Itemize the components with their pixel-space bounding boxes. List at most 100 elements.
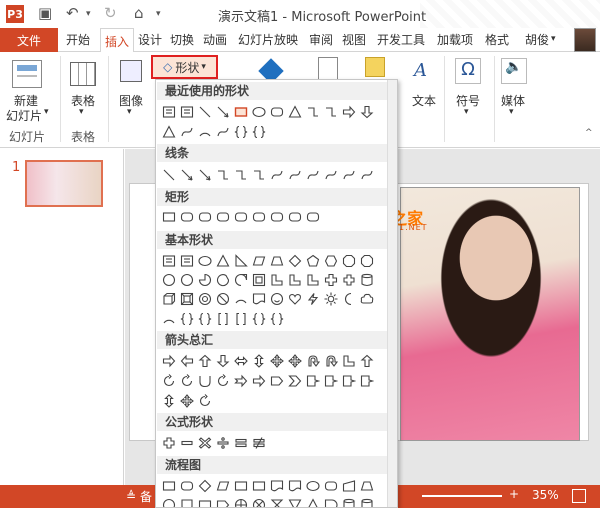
shape-callout-icon[interactable] xyxy=(304,372,322,390)
shape-rect-icon[interactable] xyxy=(232,477,250,495)
image-icon[interactable] xyxy=(120,60,142,82)
tab-transitions[interactable]: 切换 xyxy=(170,31,194,48)
shape-homeplate-icon[interactable] xyxy=(214,496,232,507)
qat-customize-icon[interactable]: ▾ xyxy=(156,9,161,19)
shape-roundrect-icon[interactable] xyxy=(196,208,214,226)
shape-rect-icon[interactable] xyxy=(250,477,268,495)
shape-triangle-icon[interactable] xyxy=(160,123,178,141)
shape-elbow-icon[interactable] xyxy=(214,166,232,184)
table-dropdown-icon[interactable]: ▾ xyxy=(79,107,84,117)
shape-line-icon[interactable] xyxy=(160,166,178,184)
shape-quad-icon[interactable] xyxy=(178,392,196,410)
shape-callout-icon[interactable] xyxy=(322,372,340,390)
shape-teardrop-icon[interactable] xyxy=(232,271,250,289)
shape-corner-icon[interactable] xyxy=(340,352,358,370)
shape-corner-icon[interactable] xyxy=(268,271,286,289)
shape-textbox-icon[interactable] xyxy=(160,103,178,121)
shape-nosymbol-icon[interactable] xyxy=(214,290,232,308)
shape-curve-icon[interactable] xyxy=(358,166,376,184)
shape-offpage-icon[interactable] xyxy=(178,496,196,507)
shape-rect-icon[interactable] xyxy=(160,477,178,495)
shape-brace-icon[interactable] xyxy=(232,123,250,141)
shape-arrowline-icon[interactable] xyxy=(196,166,214,184)
omega-icon[interactable]: Ω xyxy=(455,58,481,84)
shape-cylinder-icon[interactable] xyxy=(358,271,376,289)
shapes-button[interactable]: ◇ 形状 ▾ xyxy=(151,55,218,79)
shape-brace-icon[interactable] xyxy=(250,310,268,328)
shape-sun-icon[interactable] xyxy=(322,290,340,308)
shape-roundrect-icon[interactable] xyxy=(268,103,286,121)
shape-bevel-icon[interactable] xyxy=(178,290,196,308)
shape-ellipse-icon[interactable] xyxy=(250,103,268,121)
shape-octagon-icon[interactable] xyxy=(340,252,358,270)
shape-circle-icon[interactable] xyxy=(160,271,178,289)
shape-rect-red-icon[interactable] xyxy=(232,103,250,121)
shape-equal-icon[interactable] xyxy=(232,434,250,452)
shape-parallelogram-icon[interactable] xyxy=(250,252,268,270)
shape-doc-icon[interactable] xyxy=(268,477,286,495)
user-dropdown-icon[interactable]: ▾ xyxy=(551,34,556,44)
notes-icon[interactable]: ≜ xyxy=(126,489,136,503)
shape-roundrect-icon[interactable] xyxy=(232,208,250,226)
shape-curve-icon[interactable] xyxy=(340,166,358,184)
shape-times-icon[interactable] xyxy=(196,434,214,452)
shape-lightning-icon[interactable] xyxy=(304,290,322,308)
shape-doc-icon[interactable] xyxy=(286,477,304,495)
shape-textbox-icon[interactable] xyxy=(178,103,196,121)
shape-chevron-icon[interactable] xyxy=(286,372,304,390)
shape-arrow-u-icon[interactable] xyxy=(196,352,214,370)
notes-button[interactable]: 备 xyxy=(140,488,152,505)
shape-arrowline-icon[interactable] xyxy=(178,166,196,184)
tab-file[interactable]: 文件 xyxy=(0,28,58,52)
speaker-icon[interactable]: 🔈 xyxy=(501,58,527,84)
tab-design[interactable]: 设计 xyxy=(138,31,162,48)
shape-curve-icon[interactable] xyxy=(268,166,286,184)
shape-arrow-d-icon[interactable] xyxy=(214,352,232,370)
symbol-dropdown-icon[interactable]: ▾ xyxy=(464,107,469,117)
presentation-icon[interactable]: ⌂ xyxy=(134,4,144,22)
shape-arc-icon[interactable] xyxy=(232,290,250,308)
new-slide-dropdown-icon[interactable]: ▾ xyxy=(44,107,49,117)
tab-addins[interactable]: 加载项 xyxy=(437,31,473,48)
shape-arrow-r-icon[interactable] xyxy=(250,372,268,390)
action-icon[interactable] xyxy=(365,57,385,77)
shape-callout-icon[interactable] xyxy=(340,372,358,390)
shape-cube-icon[interactable] xyxy=(160,290,178,308)
shape-corner-icon[interactable] xyxy=(286,271,304,289)
shape-divide-icon[interactable] xyxy=(214,434,232,452)
undo-icon[interactable]: ↶ xyxy=(66,4,79,22)
shape-elbow-icon[interactable] xyxy=(250,166,268,184)
shape-ud-arrow-icon[interactable] xyxy=(160,392,178,410)
zoom-level[interactable]: 35% xyxy=(532,488,559,502)
shape-textbox-icon[interactable] xyxy=(160,252,178,270)
tab-developer[interactable]: 开发工具 xyxy=(377,31,425,48)
shape-elbow-icon[interactable] xyxy=(322,103,340,121)
shape-roundrect-icon[interactable] xyxy=(178,477,196,495)
shape-bracket-icon[interactable] xyxy=(232,310,250,328)
user-name[interactable]: 胡俊 xyxy=(525,31,549,48)
tab-slideshow[interactable]: 幻灯片放映 xyxy=(238,31,298,48)
shape-callout-icon[interactable] xyxy=(358,372,376,390)
shape-rect-icon[interactable] xyxy=(196,496,214,507)
tab-insert[interactable]: 插入 xyxy=(100,28,134,53)
shape-or-junction-icon[interactable] xyxy=(232,496,250,507)
text-button-label[interactable]: 文本 xyxy=(412,92,436,109)
tab-review[interactable]: 审阅 xyxy=(309,31,333,48)
shape-curve-icon[interactable] xyxy=(214,123,232,141)
shape-notched-icon[interactable] xyxy=(232,372,250,390)
shape-roundrect-icon[interactable] xyxy=(250,208,268,226)
shape-diamond-icon[interactable] xyxy=(286,252,304,270)
shape-curve-icon[interactable] xyxy=(286,166,304,184)
shape-quad-icon[interactable] xyxy=(286,352,304,370)
shape-circle-arrow-icon[interactable] xyxy=(160,372,178,390)
shape-triangle-icon[interactable] xyxy=(214,252,232,270)
shape-brace-icon[interactable] xyxy=(196,310,214,328)
shape-uturn-icon[interactable] xyxy=(304,352,322,370)
shape-cloud-icon[interactable] xyxy=(358,290,376,308)
shape-minus-icon[interactable] xyxy=(178,434,196,452)
table-icon[interactable] xyxy=(70,62,96,86)
shape-roundrect-icon[interactable] xyxy=(322,477,340,495)
shape-arrow-r-icon[interactable] xyxy=(340,103,358,121)
save-icon[interactable]: ▣ xyxy=(38,4,52,22)
tab-home[interactable]: 开始 xyxy=(66,31,90,48)
